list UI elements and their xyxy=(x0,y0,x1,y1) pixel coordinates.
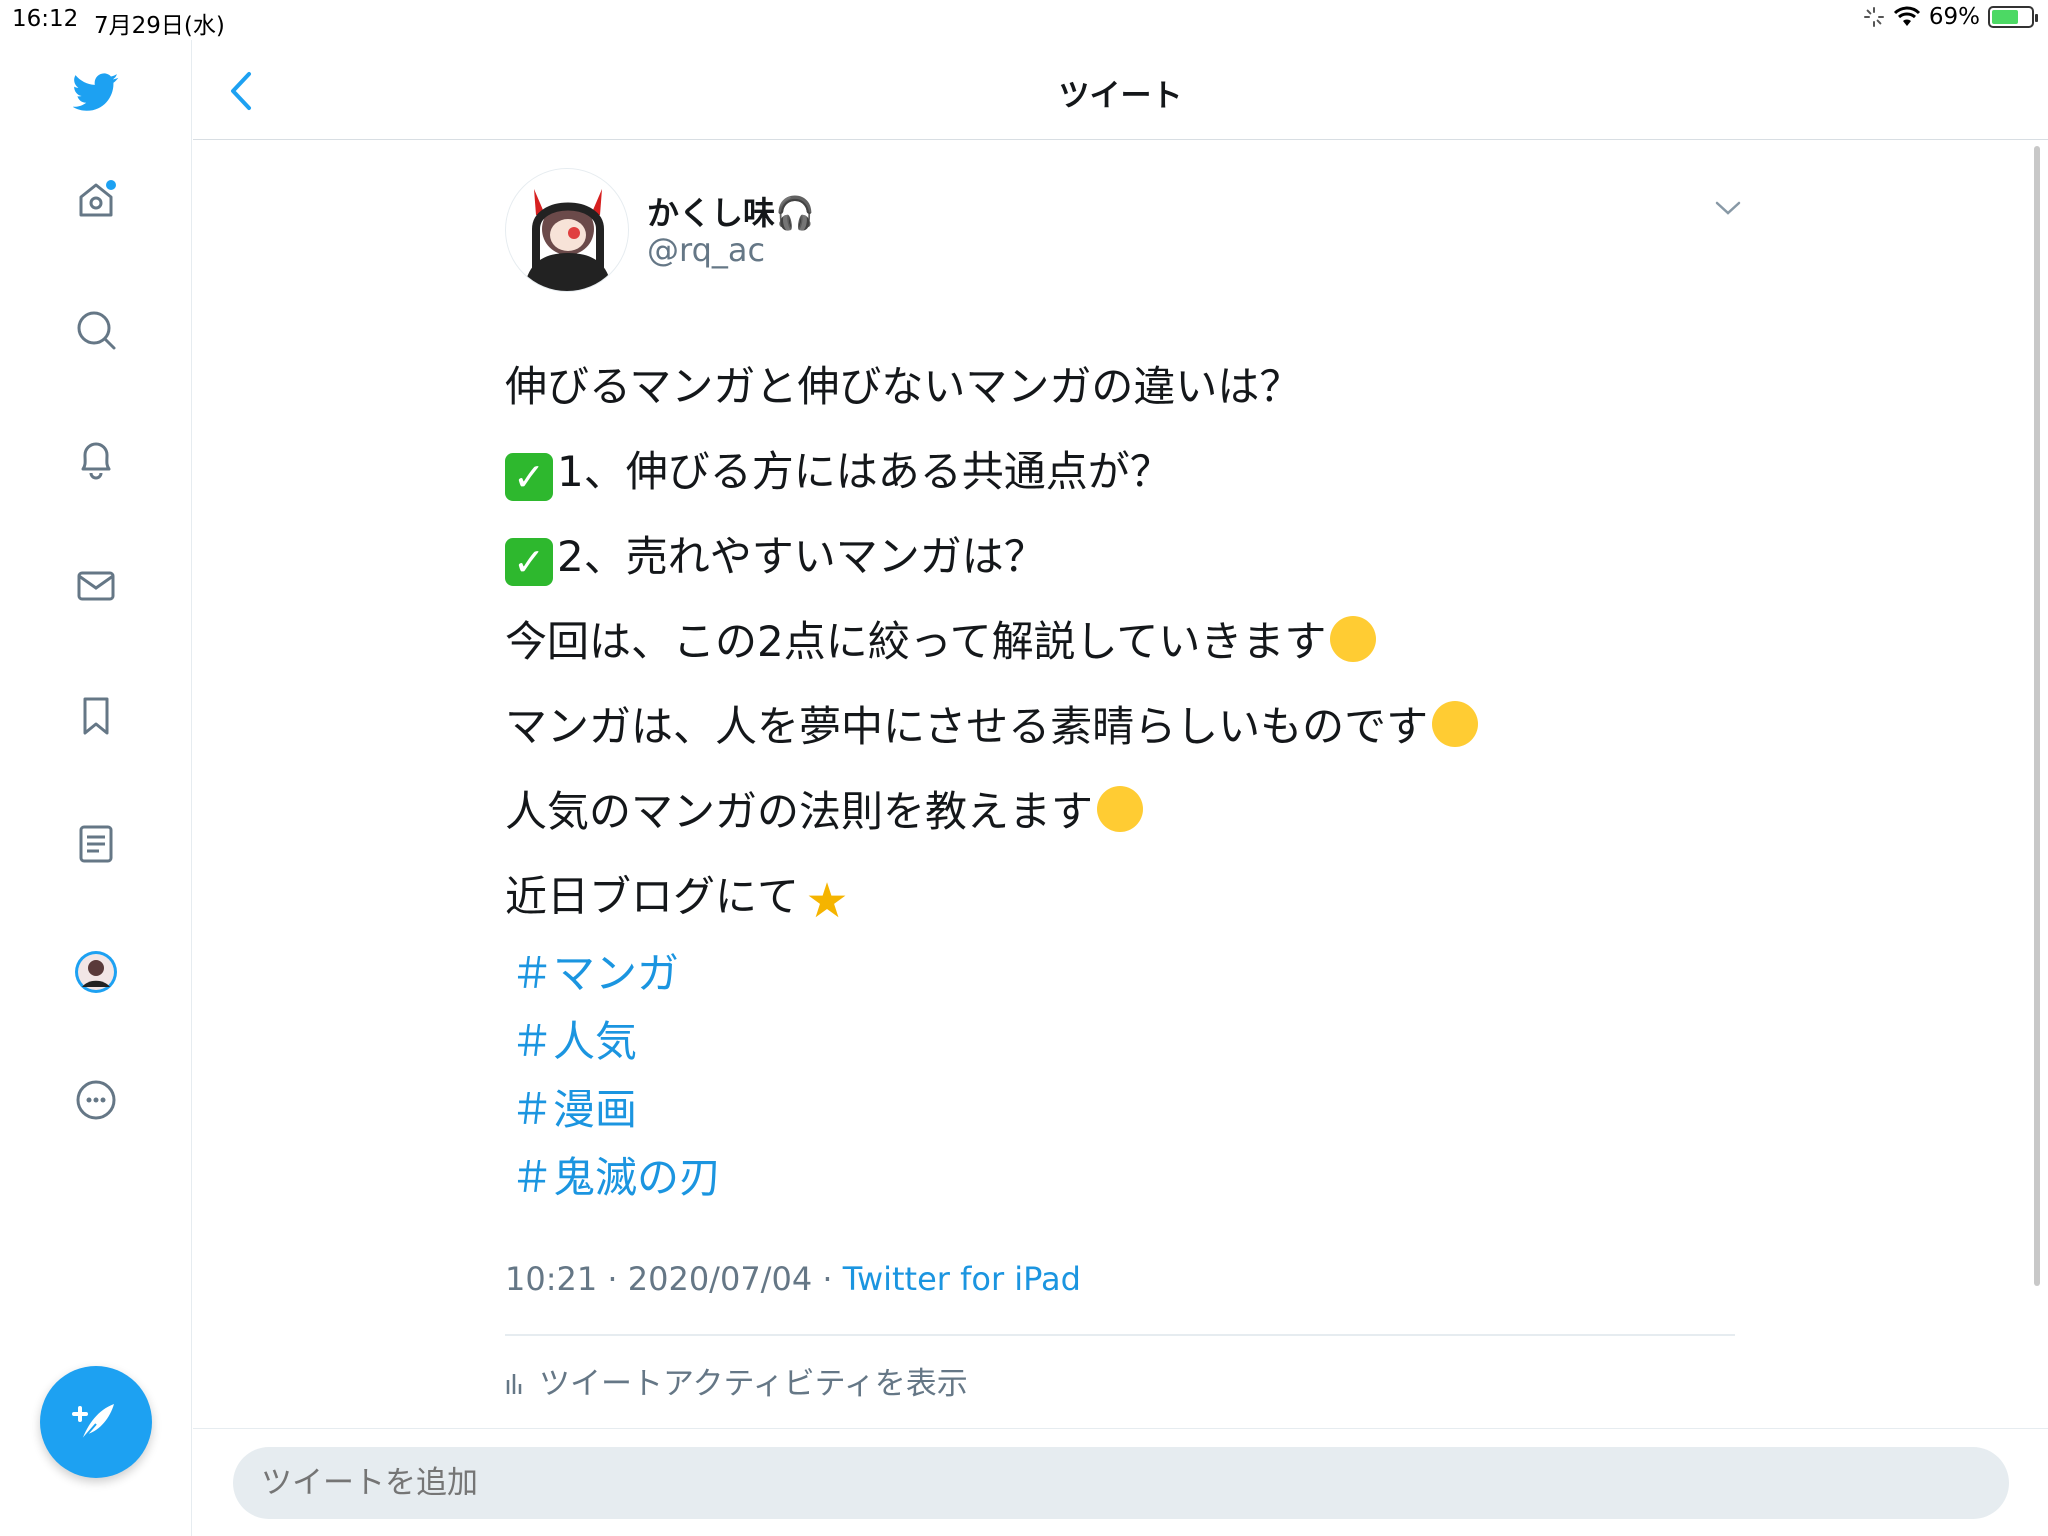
status-bar: 16:12 7月29日(水) 69% xyxy=(0,0,2048,40)
reply-divider xyxy=(193,1428,2048,1429)
hashtag-link[interactable]: ＃漫画 xyxy=(511,1076,721,1144)
compose-feather-icon xyxy=(72,1404,114,1441)
tweet-line: 今回は、この2点に絞って解説していきます xyxy=(505,599,1735,684)
battery-percent: 69% xyxy=(1928,4,1980,30)
battery-icon xyxy=(1988,6,2038,28)
lists-icon[interactable] xyxy=(66,814,126,874)
hashtag-link[interactable]: ＃人気 xyxy=(511,1008,721,1076)
tweet-line: 人気のマンガの法則を教えます xyxy=(505,769,1735,854)
bar-chart-icon xyxy=(506,1373,522,1394)
tweet-line: ✓ 2、売れやすいマンガは？ xyxy=(505,514,1735,599)
twitter-bird-icon[interactable] xyxy=(66,62,126,122)
reply-field[interactable] xyxy=(233,1447,2009,1519)
search-icon[interactable] xyxy=(66,300,126,360)
tweet-line: 近日ブログにて ★ xyxy=(505,854,1735,939)
more-icon[interactable] xyxy=(66,1070,126,1130)
mail-icon[interactable] xyxy=(66,556,126,616)
bell-icon[interactable] xyxy=(66,428,126,488)
tweet-activity-link[interactable]: ツイートアクティビティを表示 xyxy=(505,1358,968,1403)
relieved-face-emoji-icon xyxy=(1097,786,1144,832)
bookmark-icon[interactable] xyxy=(66,686,126,746)
divider xyxy=(505,1334,1735,1336)
tweet-line: ✓ 1、伸びる方にはある共通点が？ xyxy=(505,429,1735,514)
sidebar-nav xyxy=(0,40,192,1536)
checkmark-icon: ✓ xyxy=(505,538,553,586)
reply-input[interactable] xyxy=(233,1447,2009,1519)
tweet-menu-button[interactable] xyxy=(1713,198,1743,218)
home-icon[interactable] xyxy=(66,170,126,230)
tweet-line: 伸びるマンガと伸びないマンガの違いは？ xyxy=(505,362,1302,411)
author-handle[interactable]: @rq_ac xyxy=(647,231,765,269)
relieved-face-emoji-icon xyxy=(1432,701,1479,747)
checkmark-icon: ✓ xyxy=(505,453,553,501)
tweet-text: 伸びるマンガと伸びないマンガの違いは？ ✓ 1、伸びる方にはある共通点が？ ✓ 2、… xyxy=(505,344,1735,939)
headphones-icon: 🎧 xyxy=(775,194,815,232)
hashtag-link[interactable]: ＃マンガ xyxy=(511,940,721,1008)
author-name[interactable]: かくし味🎧 xyxy=(647,188,815,234)
tweet-line: マンガは、人を夢中にさせる素晴らしいものです xyxy=(505,684,1735,769)
activity-label: ツイートアクティビティを表示 xyxy=(539,1366,968,1402)
chevron-down-icon xyxy=(1715,201,1741,215)
tweet-timestamp[interactable]: 10:21 · 2020/07/04 · xyxy=(505,1260,843,1298)
profile-avatar-icon[interactable] xyxy=(66,942,126,1002)
status-date: 7月29日(水) xyxy=(94,13,225,39)
status-time: 16:12 xyxy=(12,6,79,32)
compose-button[interactable] xyxy=(40,1366,152,1478)
tweet-source-link[interactable]: Twitter for iPad xyxy=(843,1260,1081,1298)
loading-spinner-icon xyxy=(1863,7,1884,27)
hashtag-link[interactable]: ＃鬼滅の刃 xyxy=(511,1144,721,1212)
tweet-metadata: 10:21 · 2020/07/04 · Twitter for iPad xyxy=(505,1260,1081,1298)
status-right: 69% xyxy=(1863,4,2038,30)
page-header: ツイート xyxy=(193,40,2048,140)
scrollbar[interactable] xyxy=(2034,146,2040,1286)
avatar[interactable] xyxy=(505,168,629,292)
hand-over-mouth-emoji-icon xyxy=(1330,616,1377,662)
wifi-icon xyxy=(1893,6,1920,26)
hashtag-list: ＃マンガ ＃人気 ＃漫画 ＃鬼滅の刃 xyxy=(511,940,721,1212)
page-title: ツイート xyxy=(1058,78,1183,114)
glowing-star-emoji-icon: ★ xyxy=(805,873,849,929)
